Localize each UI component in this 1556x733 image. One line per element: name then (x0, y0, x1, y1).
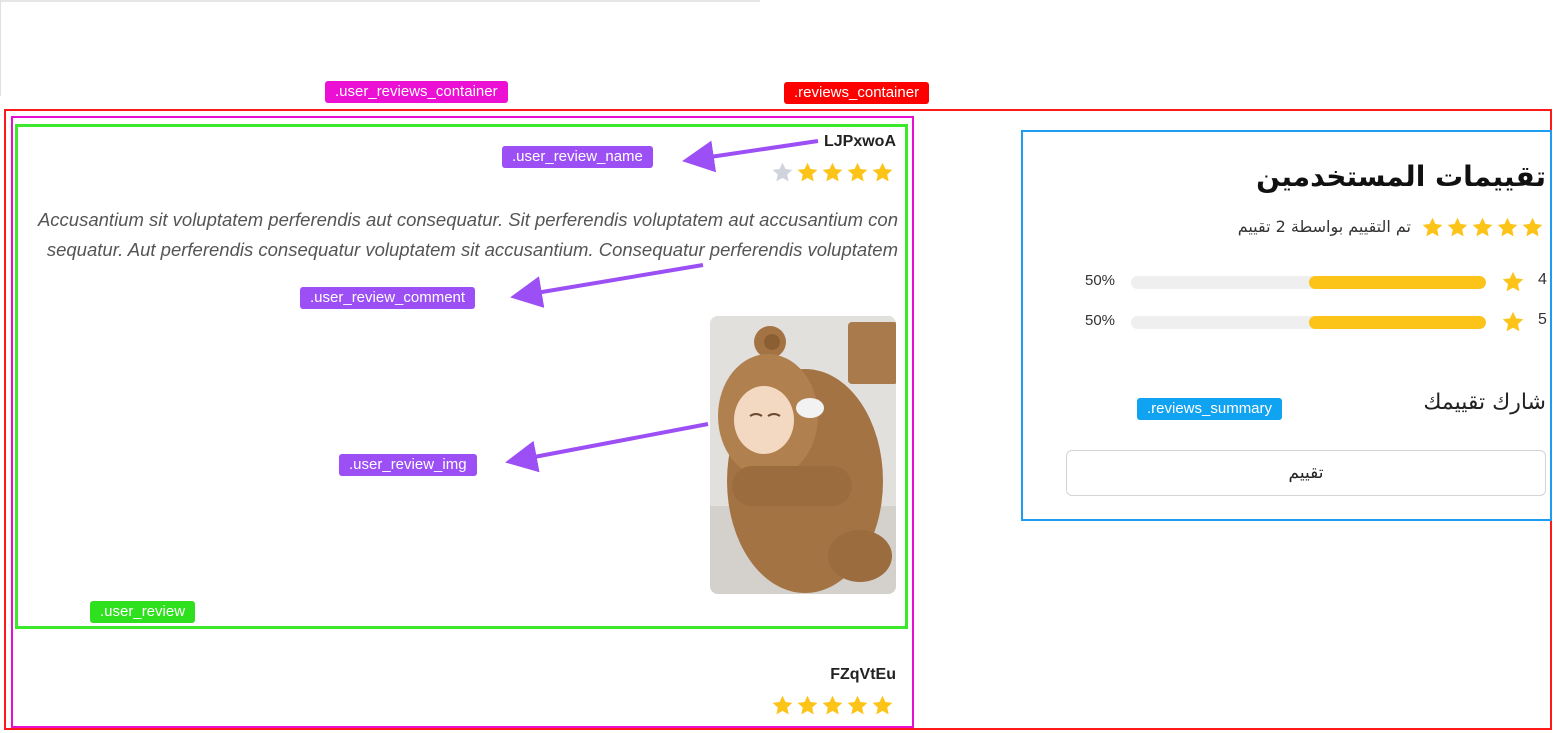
star-filled-icon (822, 162, 843, 182)
user-review-name-tag: .user_review_name (502, 146, 653, 168)
reviews-summary-tag: .reviews_summary (1137, 398, 1283, 420)
summary-average-stars (1421, 216, 1544, 239)
star-filled-icon (872, 695, 893, 715)
star-filled-icon (847, 162, 868, 182)
rating-bar-percent: 50% (1085, 312, 1116, 329)
star-filled-icon (847, 695, 868, 715)
reviews-summary-title: تقييمات المستخدمين (1256, 160, 1546, 193)
top-divider (0, 0, 760, 2)
rating-bar-track (1131, 316, 1486, 329)
star-empty-icon (772, 162, 793, 182)
star-icon (1502, 271, 1524, 292)
rating-bar-stars: 4 (1538, 271, 1547, 288)
rating-bar-fill (1308, 316, 1486, 329)
user-review-name-2: FZqVtEu (830, 666, 896, 683)
user-review-img[interactable] (710, 316, 896, 594)
user-review-comment-tag: .user_review_comment (300, 287, 476, 309)
rating-bar-percent: 50% (1085, 272, 1116, 289)
star-filled-icon (1497, 217, 1518, 237)
user-review-img-tag: .user_review_img (339, 454, 477, 476)
user-review-name: LJPxwoA (823, 133, 896, 150)
rating-bar-row: 50% 5 (1080, 310, 1550, 334)
star-filled-icon (1422, 217, 1443, 237)
star-filled-icon (797, 162, 818, 182)
user-review-comment: Accusantium sit voluptatem perferendis a… (37, 209, 898, 260)
star-filled-icon (872, 162, 893, 182)
user-review-rating (771, 161, 894, 184)
summary-rated-by: تم التقييم بواسطة 2 تقييم (1237, 217, 1411, 236)
star-filled-icon (1472, 217, 1493, 237)
star-filled-icon (1522, 217, 1543, 237)
user-review-tag: .user_review (90, 601, 196, 623)
star-filled-icon (772, 695, 793, 715)
user-reviews-container-tag: .user_reviews_container (325, 81, 508, 103)
rating-bar-fill (1308, 276, 1486, 289)
user-review-rating-2 (771, 694, 894, 717)
rating-bar-track (1131, 276, 1486, 289)
star-filled-icon (797, 695, 818, 715)
star-filled-icon (822, 695, 843, 715)
baby-photo-illustration (710, 316, 896, 594)
reviews-container-tag: .reviews_container (784, 82, 930, 104)
rating-bar-stars: 5 (1538, 311, 1547, 328)
left-divider (0, 0, 1, 96)
star-filled-icon (1447, 217, 1468, 237)
rating-bar-row: 50% 4 (1080, 270, 1550, 294)
share-rating-label: شارك تقييمك (1423, 390, 1546, 415)
star-icon (1502, 311, 1524, 332)
rate-button[interactable]: تقييم (1066, 450, 1546, 496)
